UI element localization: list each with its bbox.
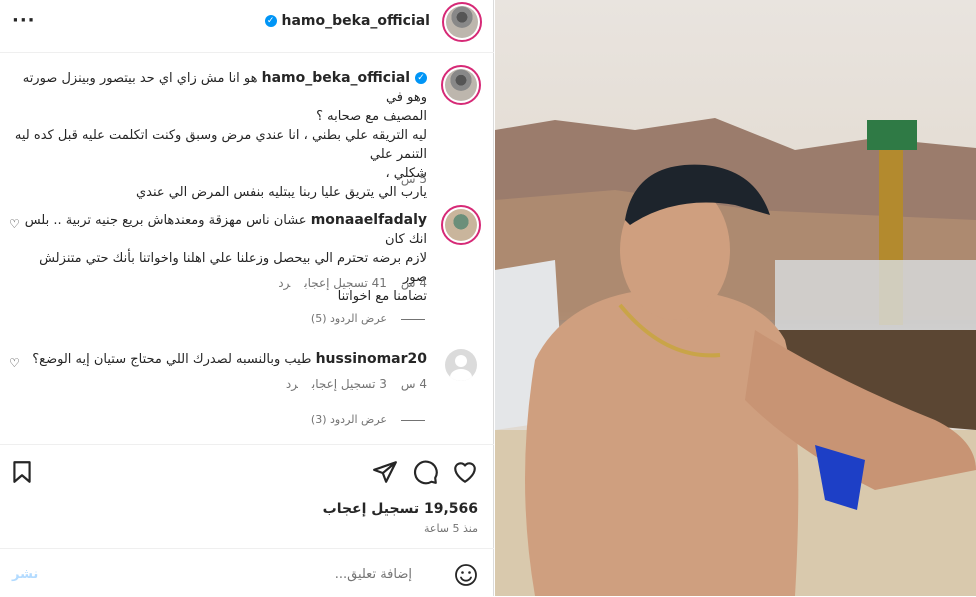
caption-avatar[interactable] (441, 65, 481, 105)
post-side-panel: ··· ✓ hamo_beka_official ✓ hamo_beka_off… (0, 0, 494, 596)
view-replies-button[interactable]: عرض الردود (3) (311, 413, 425, 426)
comment-username[interactable]: monaaelfadaly (311, 212, 427, 228)
caption-time: 5 س (400, 172, 427, 186)
like-heart-icon[interactable] (452, 459, 478, 485)
post-photo-illustration (495, 118, 976, 596)
caption-username[interactable]: ✓ hamo_beka_official (262, 70, 427, 86)
post-photo[interactable] (495, 0, 976, 596)
post-time: منذ 5 ساعة (423, 522, 478, 535)
view-replies-button[interactable]: عرض الردود (5) (311, 312, 425, 325)
share-icon[interactable] (372, 459, 398, 485)
comment-meta: 4 س 41 تسجيل إعجاب رد (264, 276, 427, 290)
comment-icon[interactable] (413, 459, 439, 485)
reply-button[interactable]: رد (286, 377, 298, 391)
comment-input[interactable] (60, 563, 414, 585)
comment-likes[interactable]: 3 تسجيل إعجاب (312, 377, 387, 391)
post-comment-button[interactable]: نشر (12, 567, 38, 582)
comment-meta: 4 س 3 تسجيل إعجاب رد (272, 377, 427, 391)
header-avatar[interactable] (442, 2, 482, 42)
caption-text: ✓ hamo_beka_official هو انا مش زاي اي حد… (14, 70, 427, 200)
emoji-icon[interactable] (454, 563, 478, 587)
verified-badge-icon: ✓ (415, 72, 427, 84)
comment-time: 4 س (400, 377, 427, 391)
comment-avatar-default[interactable] (445, 349, 477, 381)
comment-text: hussinomar20 طيب وبالنسبه لصدرك اللي محت… (32, 351, 427, 367)
comment-time: 4 س (400, 276, 427, 290)
header-username[interactable]: ✓ hamo_beka_official (264, 13, 430, 29)
reply-button[interactable]: رد (278, 276, 290, 290)
more-options-button[interactable]: ··· (12, 10, 36, 31)
post-header: ··· ✓ hamo_beka_official (0, 0, 494, 53)
save-bookmark-icon[interactable] (9, 459, 35, 485)
comment-composer: نشر (0, 548, 494, 597)
post-actions: 19,566 تسجيل إعجاب منذ 5 ساعة (0, 444, 494, 545)
comment-avatar[interactable] (441, 205, 481, 245)
likes-count[interactable]: 19,566 تسجيل إعجاب (323, 501, 478, 517)
comment-text: monaaelfadaly عشان ناس مهزقة ومعندهاش بر… (24, 212, 427, 304)
verified-badge-icon: ✓ (264, 15, 277, 27)
comment-username[interactable]: hussinomar20 (316, 351, 427, 367)
comment-likes[interactable]: 41 تسجيل إعجاب (304, 276, 387, 290)
